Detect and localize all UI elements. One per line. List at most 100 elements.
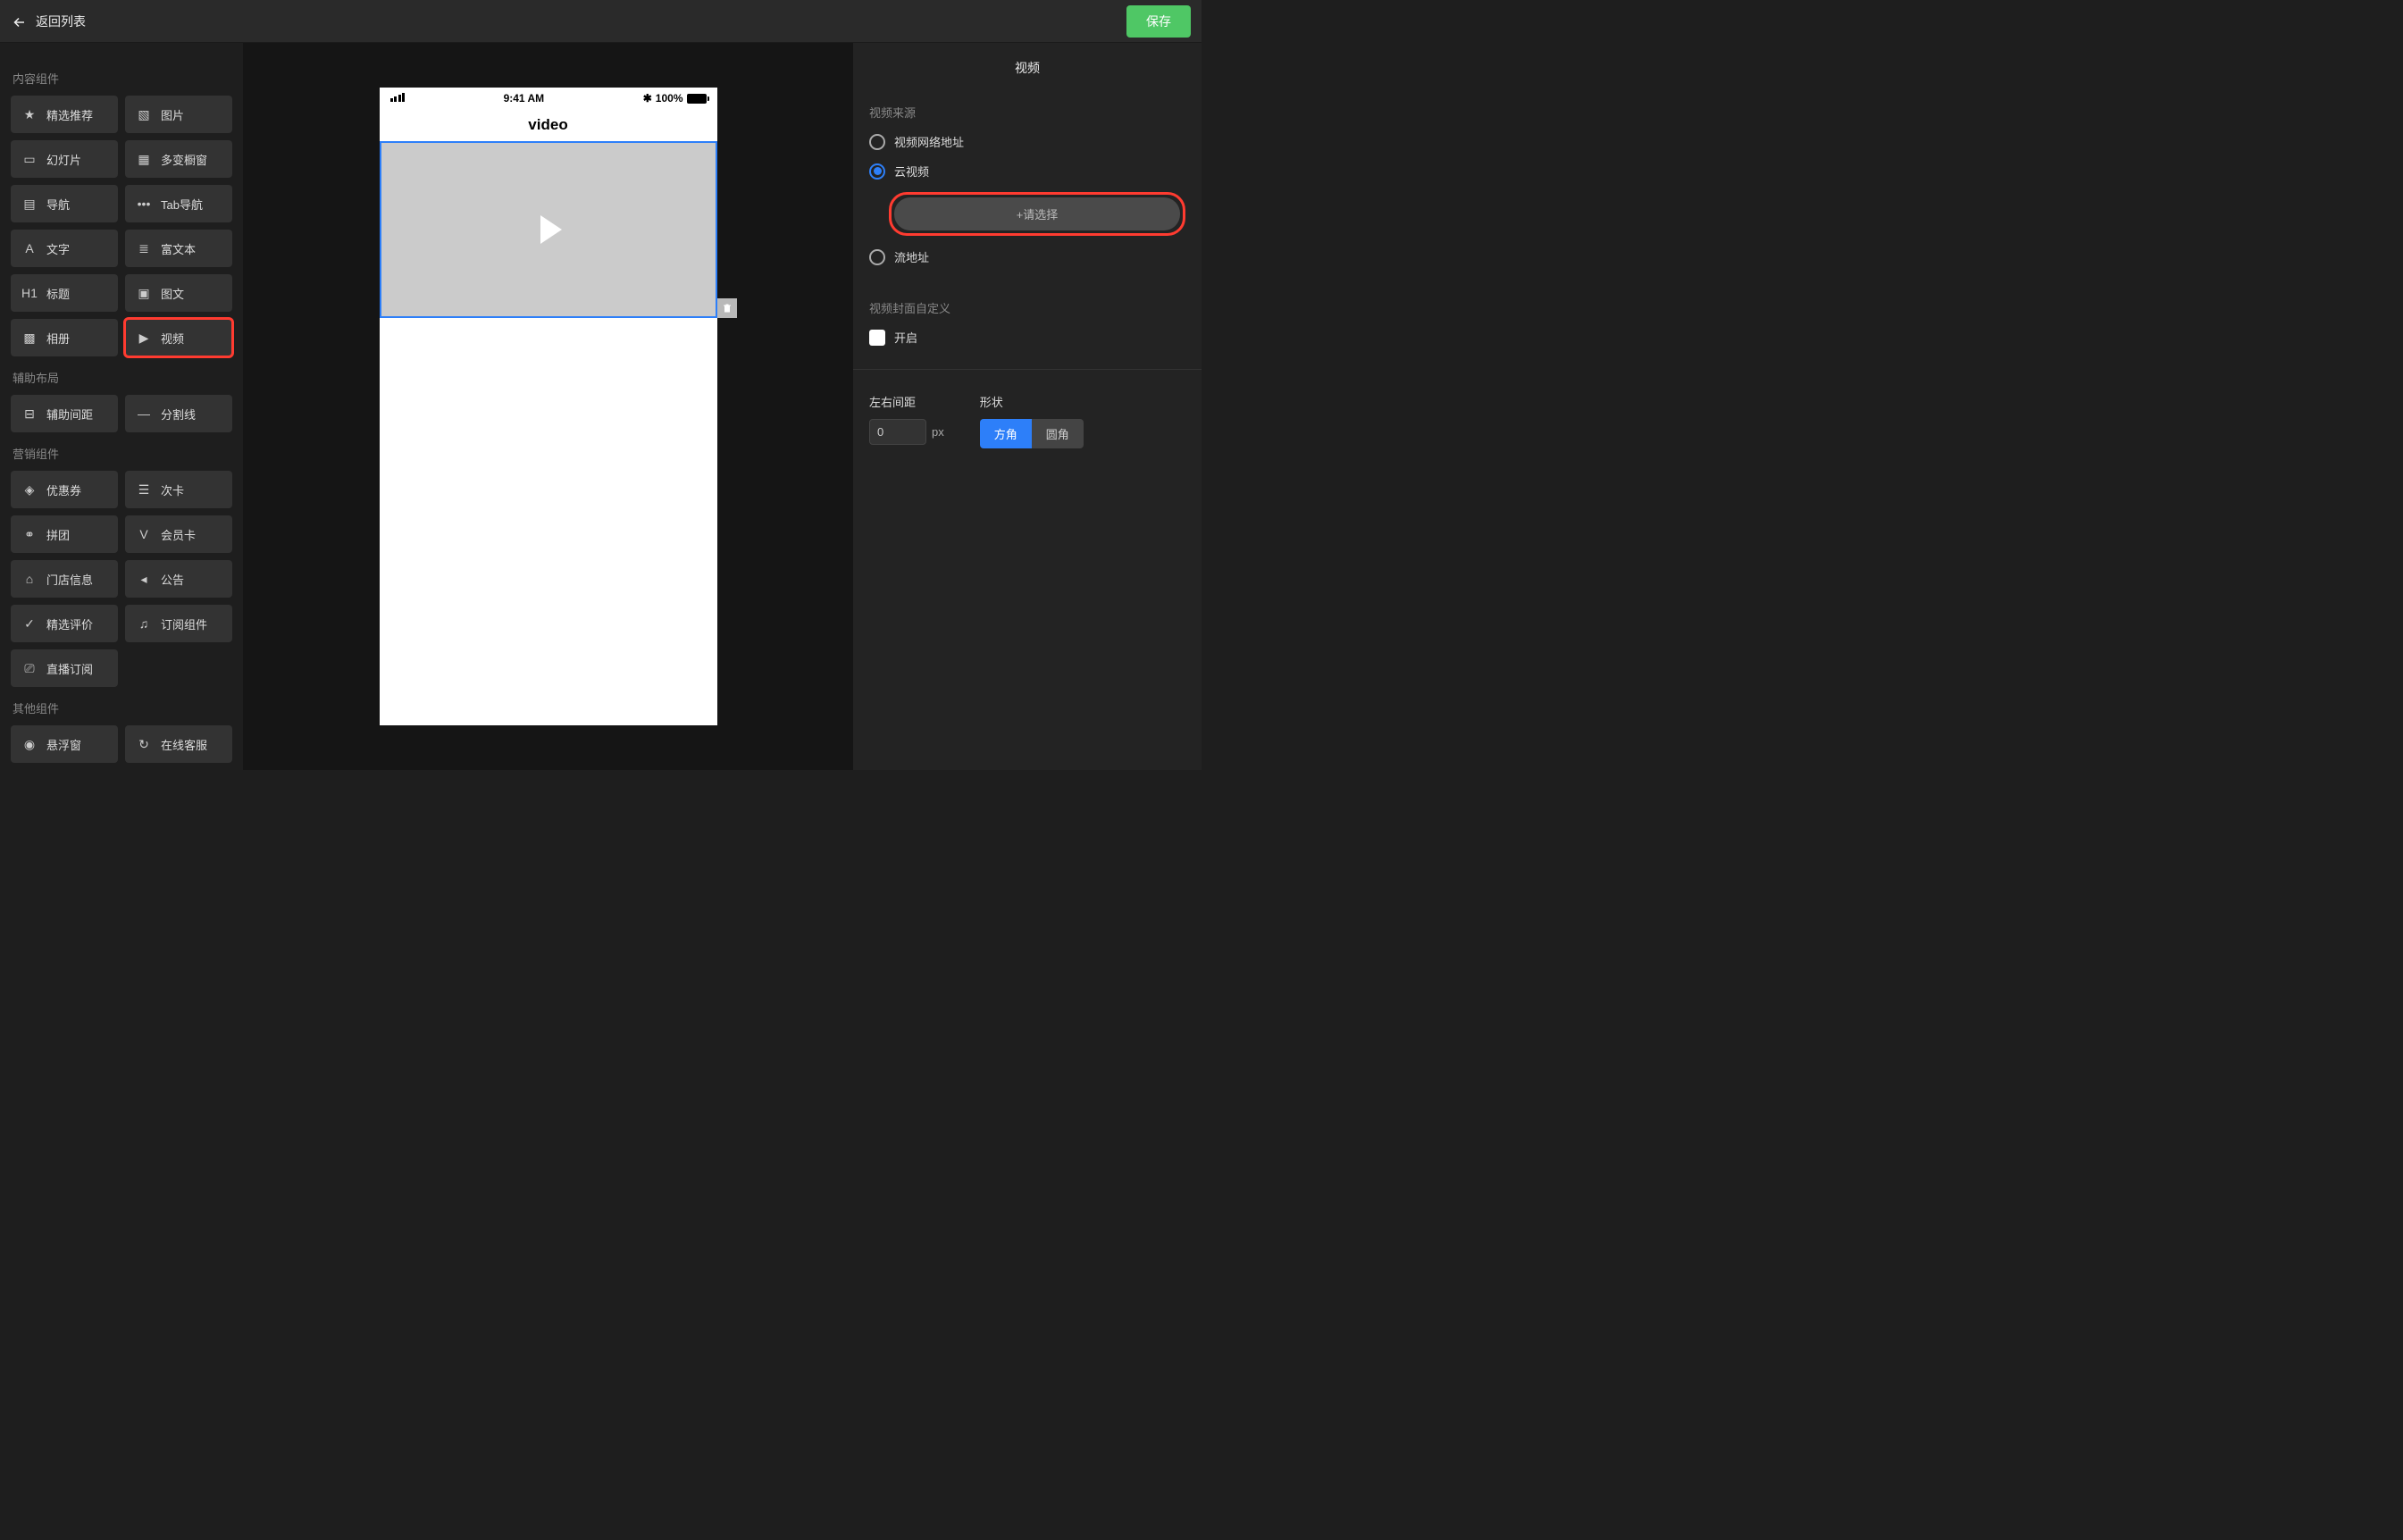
video-icon: ▶: [136, 330, 152, 346]
subscribe-icon: ♫: [136, 615, 152, 632]
component-richtext[interactable]: ≣ 富文本: [125, 230, 232, 267]
group-layout-title: 辅助布局: [13, 369, 232, 386]
cover-toggle[interactable]: 开启: [869, 329, 1185, 346]
margin-input[interactable]: [869, 419, 926, 445]
component-label: 拼团: [46, 526, 70, 543]
margin-label: 左右间距: [869, 393, 944, 410]
coupon-icon: ◈: [21, 481, 38, 498]
image-icon: ▧: [136, 106, 152, 122]
album-icon: ▩: [21, 330, 38, 346]
component-float[interactable]: ◉ 悬浮窗: [11, 725, 118, 763]
component-slideshow[interactable]: ▭ 幻灯片: [11, 140, 118, 178]
subcard-icon: ☰: [136, 481, 152, 498]
component-label: 相册: [46, 330, 70, 347]
component-tabnav[interactable]: ••• Tab导航: [125, 185, 232, 222]
radio-cloud[interactable]: 云视频: [869, 163, 1185, 180]
showcase-icon: ▦: [136, 151, 152, 167]
properties-panel: 视频 视频来源 视频网络地址云视频+请选择流地址 视频封面自定义 开启 左右间距…: [853, 43, 1202, 770]
radio-label: 云视频: [894, 163, 929, 180]
component-subcard[interactable]: ☰次卡: [125, 471, 232, 508]
group-marketing-title: 营销组件: [13, 445, 232, 462]
component-label: Tab导航: [161, 196, 203, 213]
component-label: 富文本: [161, 240, 196, 257]
top-bar: 返回列表 保存: [0, 0, 1202, 43]
component-heading[interactable]: H1 标题: [11, 274, 118, 312]
radio-label: 视频网络地址: [894, 133, 964, 150]
imgtext-icon: ▣: [136, 285, 152, 301]
layout-components-grid: ⊟辅助间距—分割线: [11, 395, 232, 432]
featured-icon: ★: [21, 106, 38, 122]
component-label: 门店信息: [46, 571, 93, 588]
radio-url[interactable]: 视频网络地址: [869, 133, 1185, 150]
component-spacer[interactable]: ⊟辅助间距: [11, 395, 118, 432]
other-components-grid: ◉ 悬浮窗 ↻在线客服: [11, 725, 232, 763]
divider: [853, 369, 1202, 370]
component-subscribe[interactable]: ♫订阅组件: [125, 605, 232, 642]
main-area: 内容组件 ★ 精选推荐 ▧ 图片 ▭ 幻灯片 ▦ 多变橱窗 ▤ 导航 ••• Tab导航 A文字 ≣ 富文本…: [0, 43, 1202, 770]
slideshow-icon: ▭: [21, 151, 38, 167]
component-label: 图文: [161, 285, 184, 302]
phone-preview: 9:41 AM ✱ 100% video: [380, 88, 717, 725]
component-coupon[interactable]: ◈优惠券: [11, 471, 118, 508]
component-label: 标题: [46, 285, 70, 302]
richtext-icon: ≣: [136, 240, 152, 256]
component-groupbuy[interactable]: ⚭拼团: [11, 515, 118, 553]
shape-segmented-control: 方角圆角: [980, 419, 1084, 448]
save-button[interactable]: 保存: [1126, 5, 1191, 38]
delete-component-button[interactable]: [717, 298, 737, 318]
component-imgtext[interactable]: ▣ 图文: [125, 274, 232, 312]
component-showcase[interactable]: ▦ 多变橱窗: [125, 140, 232, 178]
battery-label: 100%: [656, 92, 683, 105]
content-components-grid: ★ 精选推荐 ▧ 图片 ▭ 幻灯片 ▦ 多变橱窗 ▤ 导航 ••• Tab导航 A文字 ≣ 富文本 H1 标题 ▣…: [11, 96, 232, 356]
component-storeinfo[interactable]: ⌂ 门店信息: [11, 560, 118, 598]
component-label: 在线客服: [161, 736, 207, 753]
component-label: 悬浮窗: [46, 736, 81, 753]
shape-round-button[interactable]: 圆角: [1032, 419, 1084, 448]
notice-icon: ◂: [136, 571, 152, 587]
component-notice[interactable]: ◂公告: [125, 560, 232, 598]
reviews-icon: ✓: [21, 615, 38, 632]
storeinfo-icon: ⌂: [21, 571, 38, 587]
video-source-options: 视频网络地址云视频 +请选择流地址: [869, 133, 1185, 265]
phone-status-right: ✱ 100%: [643, 92, 707, 105]
checkbox-icon: [869, 330, 885, 346]
component-label: 幻灯片: [46, 151, 81, 168]
component-membercard[interactable]: V会员卡: [125, 515, 232, 553]
component-label: 精选推荐: [46, 106, 93, 123]
component-livesub[interactable]: ⎚直播订阅: [11, 649, 118, 687]
component-video[interactable]: ▶视频: [125, 319, 232, 356]
radio-icon: [869, 249, 885, 265]
component-chat[interactable]: ↻在线客服: [125, 725, 232, 763]
component-label: 导航: [46, 196, 70, 213]
canvas-area: 9:41 AM ✱ 100% video: [243, 43, 853, 770]
cover-toggle-label: 开启: [894, 329, 917, 346]
component-album[interactable]: ▩ 相册: [11, 319, 118, 356]
video-component-preview[interactable]: [380, 141, 717, 318]
tabnav-icon: •••: [136, 196, 152, 212]
radio-icon: [869, 163, 885, 180]
component-nav[interactable]: ▤ 导航: [11, 185, 118, 222]
back-label: 返回列表: [36, 13, 86, 30]
float-icon: ◉: [21, 736, 38, 752]
select-video-wrap: +请选择: [889, 192, 1185, 236]
radio-stream[interactable]: 流地址: [869, 248, 1185, 265]
component-text[interactable]: A文字: [11, 230, 118, 267]
shape-square-button[interactable]: 方角: [980, 419, 1032, 448]
component-featured[interactable]: ★ 精选推荐: [11, 96, 118, 133]
heading-icon: H1: [21, 285, 38, 301]
component-label: 多变橱窗: [161, 151, 207, 168]
select-video-button[interactable]: +请选择: [894, 197, 1180, 230]
radio-icon: [869, 134, 885, 150]
back-button[interactable]: 返回列表: [11, 12, 86, 30]
bluetooth-icon: ✱: [643, 92, 652, 105]
component-label: 图片: [161, 106, 184, 123]
cover-section-label: 视频封面自定义: [869, 299, 1185, 316]
divider-icon: —: [136, 406, 152, 422]
membercard-icon: V: [136, 526, 152, 542]
component-reviews[interactable]: ✓ 精选评价: [11, 605, 118, 642]
nav-icon: ▤: [21, 196, 38, 212]
component-label: 精选评价: [46, 615, 93, 632]
group-content-title: 内容组件: [13, 70, 232, 87]
component-image[interactable]: ▧ 图片: [125, 96, 232, 133]
component-divider[interactable]: —分割线: [125, 395, 232, 432]
